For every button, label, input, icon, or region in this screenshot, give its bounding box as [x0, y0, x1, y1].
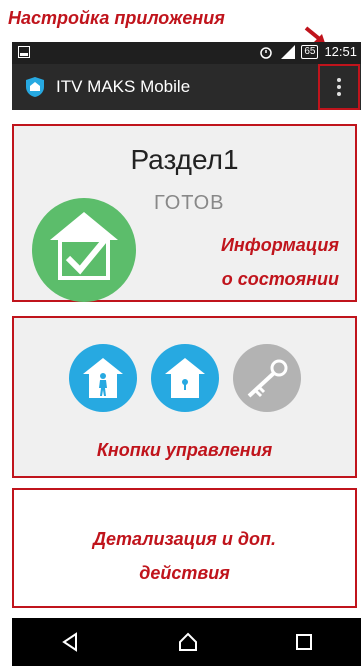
- person-home-icon: [82, 358, 123, 398]
- signal-icon: [281, 44, 296, 59]
- details-panel: Детализация и доп. действия: [12, 488, 357, 608]
- status-bar: 65 12:51: [12, 42, 361, 64]
- details-annotation: Детализация и доп. действия: [93, 529, 276, 583]
- section-name: Раздел1: [130, 144, 239, 175]
- home-icon[interactable]: [178, 632, 198, 652]
- status-info-annotation: Информация о состоянии: [220, 235, 339, 289]
- ready-home-icon[interactable]: [32, 198, 136, 302]
- overflow-menu-button[interactable]: [318, 64, 360, 110]
- battery-icon: 65: [301, 44, 319, 59]
- status-panel: Раздел1 ГОТОВ Информация о состоянии: [12, 124, 357, 302]
- control-buttons-annotation: Кнопки управления: [96, 440, 273, 460]
- controls-panel: Кнопки управления: [12, 316, 357, 478]
- section-state: ГОТОВ: [154, 192, 225, 214]
- back-icon[interactable]: [61, 632, 81, 652]
- lock-home-icon: [164, 358, 205, 398]
- app-bar: ITV MAKS Mobile: [12, 64, 361, 110]
- app-settings-annotation: Настройка приложения: [8, 8, 225, 28]
- key-button[interactable]: [232, 344, 301, 412]
- clock: 12:51: [324, 44, 357, 59]
- lock-home-button[interactable]: [150, 344, 219, 412]
- key-icon: [247, 359, 287, 398]
- person-home-button[interactable]: [68, 344, 137, 412]
- recents-icon[interactable]: [295, 633, 313, 651]
- alarm-icon: [260, 46, 273, 59]
- home-shield-icon: [26, 77, 44, 97]
- overflow-menu-icon: [337, 78, 341, 82]
- picture-icon: [18, 46, 30, 58]
- app-title: ITV MAKS Mobile: [56, 77, 191, 96]
- nav-bar: [12, 618, 361, 666]
